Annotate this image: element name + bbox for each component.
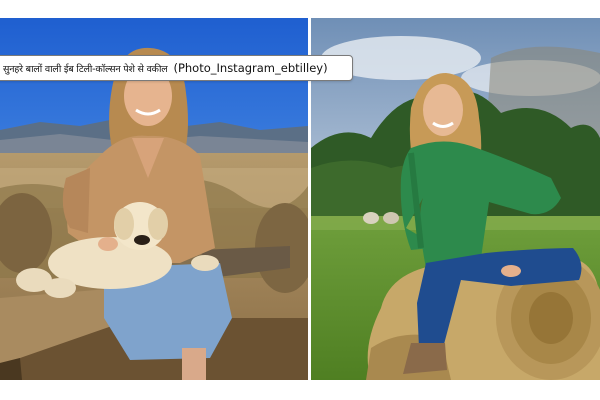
photo-caption: सुनहरे बालों वाली ईब टिली-कॉल्सन पेशे से… — [0, 55, 353, 81]
right-photo — [311, 18, 600, 380]
caption-source-text: (Photo_Instagram_ebtilley) — [173, 61, 328, 75]
right-photo-scene — [311, 18, 600, 380]
caption-hindi-text: सुनहरे बालों वाली ईब टिली-कॉल्सन पेशे से… — [3, 63, 168, 75]
collage-frame: सुनहरे बालों वाली ईब टिली-कॉल्सन पेशे से… — [0, 0, 600, 400]
